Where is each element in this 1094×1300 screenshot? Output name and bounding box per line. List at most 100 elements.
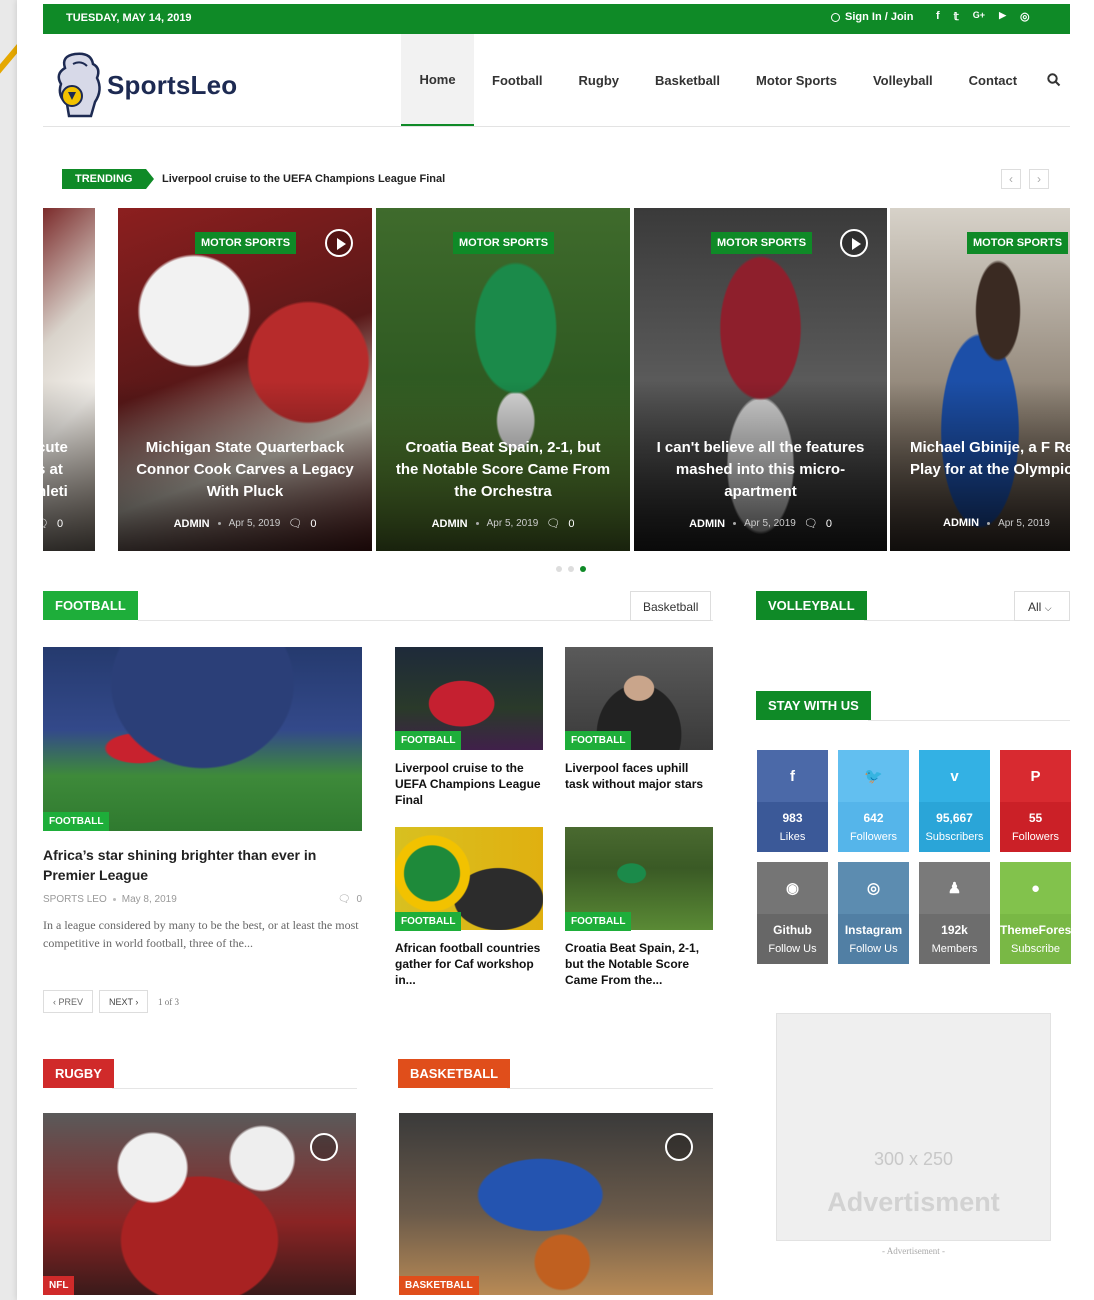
slide-card[interactable]: MOTOR SPORTS Michigan State Quarterback …: [118, 208, 372, 551]
twitter-icon[interactable]: 𝕥: [954, 10, 959, 23]
trending-headline[interactable]: Liverpool cruise to the UEFA Champions L…: [162, 173, 445, 185]
article-tag[interactable]: FOOTBALL: [395, 912, 462, 931]
slide-title[interactable]: I can't believe all the features mashed …: [652, 437, 869, 503]
slide-author[interactable]: ADMIN: [689, 518, 725, 530]
page-canvas: TUESDAY, MAY 14, 2019 Sign In / Join f 𝕥…: [17, 0, 1094, 1300]
slide-meta: ADMIN Apr 5, 2019 🗨 0: [118, 517, 372, 531]
play-icon[interactable]: [310, 1133, 338, 1161]
play-icon[interactable]: [840, 229, 868, 257]
comment-count: 0: [356, 894, 362, 905]
slide-card[interactable]: cute s at hleti 🗨0: [43, 208, 95, 551]
nav-motor-sports[interactable]: Motor Sports: [738, 34, 855, 126]
slider-dot-active[interactable]: [580, 566, 586, 572]
article-title[interactable]: Croatia Beat Spain, 2-1, but the Notable…: [565, 940, 715, 988]
play-icon[interactable]: [325, 229, 353, 257]
featured-article-author[interactable]: SPORTS LEO: [43, 894, 107, 905]
nav-football[interactable]: Football: [474, 34, 561, 126]
social-counter-steam[interactable]: ♟ 192k Members: [919, 862, 990, 964]
pagination-next-button[interactable]: NEXT ›: [99, 990, 149, 1013]
rugby-section-title[interactable]: RUGBY: [43, 1059, 114, 1088]
comment-count: 0: [568, 517, 575, 530]
rugby-article-tag[interactable]: NFL: [43, 1276, 75, 1295]
social-counter-instagram[interactable]: ◎ Instagram Follow Us: [838, 862, 909, 964]
nav-contact[interactable]: Contact: [951, 34, 1035, 126]
featured-article-image[interactable]: [43, 647, 362, 831]
site-logo[interactable]: SportsLeo: [51, 50, 237, 120]
volleyball-section-title[interactable]: VOLLEYBALL: [756, 591, 867, 620]
advertisement-box[interactable]: 300 x 250 Advertisment: [776, 1013, 1051, 1241]
article-tag[interactable]: FOOTBALL: [565, 912, 632, 931]
article-title[interactable]: Liverpool cruise to the UEFA Champions L…: [395, 760, 543, 808]
nav-basketball[interactable]: Basketball: [637, 34, 738, 126]
article-title[interactable]: African football countries gather for Ca…: [395, 940, 545, 988]
slide-date: Apr 5, 2019: [486, 518, 539, 529]
brand-name: SportsLeo: [107, 69, 238, 100]
trending-prev-button[interactable]: ‹: [1001, 169, 1021, 189]
social-counter-github[interactable]: ◉ Github Follow Us: [757, 862, 828, 964]
sign-in-link[interactable]: Sign In / Join: [831, 11, 913, 23]
article-tag[interactable]: FOOTBALL: [395, 731, 462, 750]
google-plus-icon[interactable]: G+: [973, 10, 985, 23]
slide-category[interactable]: MOTOR SPORTS: [453, 232, 555, 254]
search-icon[interactable]: [1047, 73, 1061, 87]
section-divider: [868, 720, 1070, 721]
ad-size: 300 x 250: [873, 1149, 954, 1169]
basketball-article-image[interactable]: [399, 1113, 713, 1295]
basketball-section-title[interactable]: BASKETBALL: [398, 1059, 511, 1088]
social-label: Members: [931, 943, 978, 955]
social-counter-vimeo[interactable]: v 95,667 Subscribers: [919, 750, 990, 852]
nav-home[interactable]: Home: [401, 34, 474, 126]
article-tag[interactable]: FOOTBALL: [565, 731, 632, 750]
play-icon[interactable]: [665, 1133, 693, 1161]
rugby-article-image[interactable]: [43, 1113, 356, 1295]
featured-article-date: May 8, 2019: [121, 894, 177, 905]
trending-next-button[interactable]: ›: [1029, 169, 1049, 189]
slider-dot[interactable]: [568, 566, 574, 572]
slide-title[interactable]: Croatia Beat Spain, 2-1, but the Notable…: [394, 437, 612, 503]
social-count: ThemeForest: [1000, 923, 1071, 937]
slide-author[interactable]: ADMIN: [943, 517, 979, 529]
article-title[interactable]: Liverpool faces uphill task without majo…: [565, 760, 705, 792]
slide-card[interactable]: MOTOR SPORTS I can't believe all the fea…: [634, 208, 887, 551]
social-counter-twitter[interactable]: 🐦 642 Followers: [838, 750, 909, 852]
featured-article-title[interactable]: Africa’s star shining brighter than ever…: [43, 845, 358, 885]
slide-date: Apr 5, 2019: [228, 518, 281, 529]
slider-dot[interactable]: [556, 566, 562, 572]
slide-card[interactable]: MOTOR SPORTS Michael Gbinije, a F Recrui…: [890, 208, 1070, 551]
slide-author[interactable]: ADMIN: [432, 518, 468, 530]
slide-title[interactable]: Michael Gbinije, a F Recruit, May Play f…: [910, 437, 1070, 481]
twitter-icon: 🐦: [838, 750, 909, 802]
social-count: Instagram: [844, 923, 903, 937]
social-counter-pinterest[interactable]: P 55 Followers: [1000, 750, 1071, 852]
social-label: Followers: [1011, 831, 1060, 843]
social-label: Subscribe: [1011, 943, 1060, 955]
instagram-icon: ◎: [838, 862, 909, 914]
social-label: Follow Us: [768, 943, 817, 955]
football-section-title[interactable]: FOOTBALL: [43, 591, 138, 620]
instagram-icon[interactable]: ◎: [1020, 10, 1030, 23]
slide-category[interactable]: MOTOR SPORTS: [967, 232, 1069, 254]
chevron-down-icon: ⌵: [1044, 603, 1052, 613]
slide-title[interactable]: Michigan State Quarterback Connor Cook C…: [136, 437, 354, 503]
slide-card[interactable]: MOTOR SPORTS Croatia Beat Spain, 2-1, bu…: [376, 208, 630, 551]
pagination-prev-button[interactable]: ‹ PREV: [43, 990, 94, 1013]
social-counter-facebook[interactable]: f 983 Likes: [757, 750, 828, 852]
slide-author[interactable]: ADMIN: [174, 518, 210, 530]
basketball-article-tag[interactable]: BASKETBALL: [399, 1276, 479, 1295]
youtube-icon[interactable]: ▶: [999, 10, 1006, 23]
social-label: Followers: [849, 831, 898, 843]
social-counter-themeforest[interactable]: ● ThemeForest Subscribe: [1000, 862, 1071, 964]
social-count: 95,667: [936, 811, 973, 825]
nav-volleyball[interactable]: Volleyball: [855, 34, 951, 126]
slide-category[interactable]: MOTOR SPORTS: [711, 232, 813, 254]
slide-meta: ADMIN Apr 5, 2019 🗨 0: [376, 517, 630, 531]
slide-category[interactable]: MOTOR SPORTS: [195, 232, 297, 254]
facebook-icon[interactable]: f: [936, 10, 940, 23]
football-filter-basketball[interactable]: Basketball: [630, 591, 712, 621]
current-date: TUESDAY, MAY 14, 2019: [66, 12, 192, 24]
nav-rugby[interactable]: Rugby: [561, 34, 637, 126]
featured-article-tag[interactable]: FOOTBALL: [43, 812, 110, 831]
facebook-icon: f: [757, 750, 828, 802]
lion-logo-icon: [51, 50, 113, 120]
volleyball-filter-dropdown[interactable]: All ⌵: [1014, 591, 1070, 621]
